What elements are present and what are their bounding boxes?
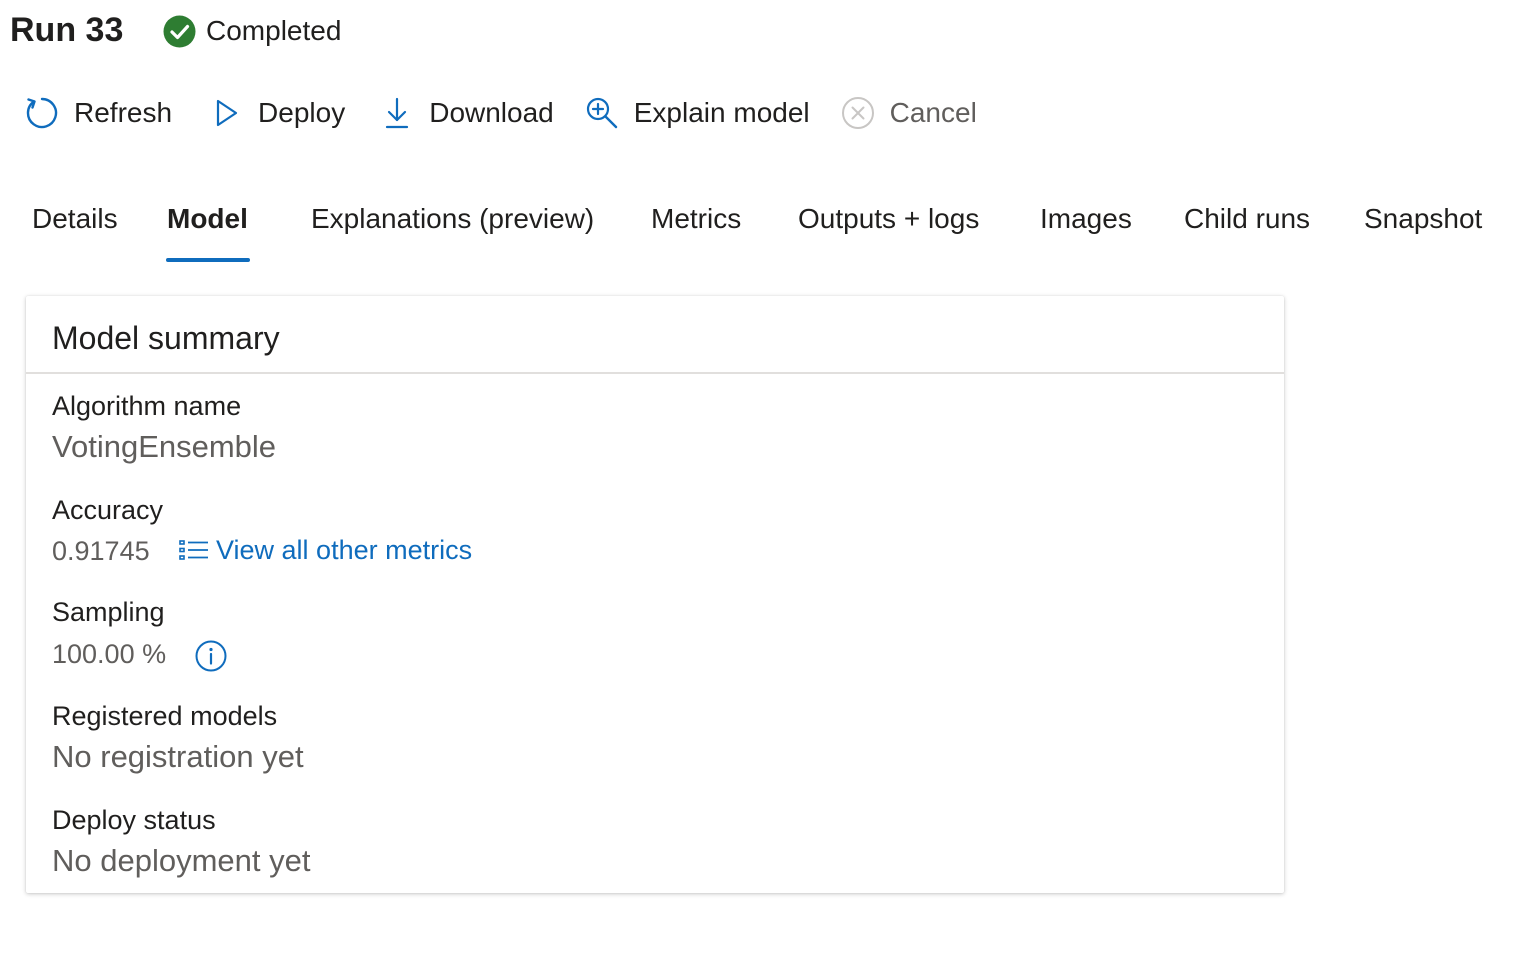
deploy-status-label: Deploy status	[52, 805, 216, 835]
tab-outputs-logs[interactable]: Outputs + logs	[798, 196, 979, 242]
deploy-label: Deploy	[258, 97, 346, 128]
list-icon	[178, 537, 210, 563]
deploy-button[interactable]: Deploy	[208, 90, 345, 136]
info-icon[interactable]	[194, 639, 228, 673]
view-all-metrics-text: View all other metrics	[216, 534, 473, 565]
algorithm-name-label: Algorithm name	[52, 391, 242, 421]
tab-images[interactable]: Images	[1040, 196, 1132, 242]
explain-model-button[interactable]: Explain model	[584, 90, 810, 136]
run-title: Run 33	[10, 11, 124, 49]
tab-bar: Details Model Explanations (preview) Met…	[0, 196, 1530, 264]
cancel-circle-icon	[840, 95, 876, 131]
registered-models-label: Registered models	[52, 701, 278, 731]
tab-child-runs[interactable]: Child runs	[1184, 196, 1310, 242]
accuracy-value: 0.91745	[52, 536, 150, 566]
view-all-metrics-link[interactable]: View all other metrics	[178, 530, 472, 570]
card-divider	[26, 372, 1284, 374]
explain-model-label: Explain model	[633, 97, 810, 128]
refresh-icon	[24, 95, 60, 131]
command-bar: Refresh Deploy Download Explain model Ca…	[24, 90, 977, 136]
cancel-label: Cancel	[889, 97, 977, 128]
tab-snapshot[interactable]: Snapshot	[1364, 196, 1482, 242]
check-circle-icon	[163, 15, 196, 48]
cancel-button[interactable]: Cancel	[840, 90, 977, 136]
tab-explanations[interactable]: Explanations (preview)	[311, 196, 594, 242]
sampling-label: Sampling	[52, 597, 165, 627]
status-badge: Completed	[163, 12, 341, 50]
accuracy-label: Accuracy	[52, 495, 164, 525]
download-button[interactable]: Download	[379, 90, 554, 136]
active-tab-indicator	[166, 258, 250, 262]
card-title: Model summary	[52, 320, 280, 356]
tab-model[interactable]: Model	[167, 196, 248, 242]
algorithm-name-value: VotingEnsemble	[52, 429, 277, 464]
tab-details[interactable]: Details	[32, 196, 118, 242]
tab-metrics[interactable]: Metrics	[651, 196, 741, 242]
zoom-in-icon	[584, 95, 620, 131]
play-icon	[208, 95, 244, 131]
download-icon	[379, 95, 415, 131]
status-text: Completed	[206, 15, 342, 46]
refresh-label: Refresh	[74, 97, 173, 128]
model-summary-card: Model summary Algorithm name VotingEnsem…	[26, 296, 1284, 893]
registered-models-value: No registration yet	[52, 739, 304, 774]
refresh-button[interactable]: Refresh	[24, 90, 172, 136]
sampling-value: 100.00 %	[52, 639, 167, 669]
download-label: Download	[429, 97, 554, 128]
deploy-status-value: No deployment yet	[52, 843, 311, 878]
